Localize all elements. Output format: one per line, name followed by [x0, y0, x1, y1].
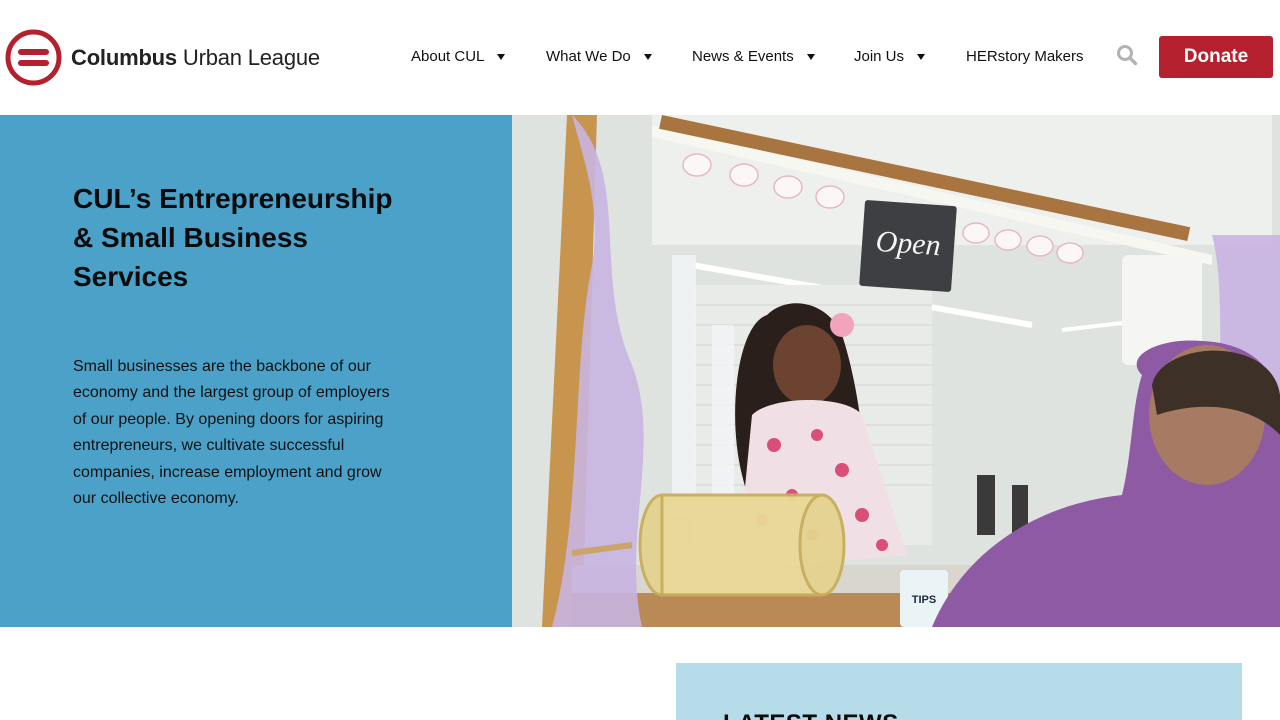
search-icon[interactable]: [1116, 44, 1138, 66]
tips-sign-text: TIPS: [912, 594, 936, 606]
nav-item-about-cul[interactable]: About CUL: [411, 48, 506, 65]
nav-item-label: News & Events: [692, 48, 794, 65]
nav-item-label: HERstory Makers: [966, 48, 1084, 65]
hero-photo: Open TIPS: [512, 115, 1280, 627]
nav-item-join-us[interactable]: Join Us: [854, 48, 926, 65]
hero-section: CUL’s Entrepreneurship & Small Business …: [0, 115, 1280, 627]
hero-text-panel: CUL’s Entrepreneurship & Small Business …: [0, 115, 512, 627]
logo-text: Columbus Urban League: [71, 45, 320, 71]
chevron-down-icon: [917, 53, 926, 60]
nav-item-label: Join Us: [854, 48, 905, 65]
chevron-down-icon: [806, 53, 815, 60]
site-header: Columbus Urban League About CUL What We …: [0, 0, 1280, 115]
latest-news-heading: LATEST NEWS: [723, 710, 899, 720]
hero-description: Small businesses are the backbone of our…: [73, 358, 390, 508]
latest-news-panel: LATEST NEWS: [676, 663, 1242, 720]
chevron-down-icon: [497, 53, 506, 60]
logo-name-bold: Columbus: [71, 44, 177, 70]
open-sign-text: Open: [875, 225, 942, 262]
donate-button[interactable]: Donate: [1159, 36, 1273, 78]
nav-item-news-events[interactable]: News & Events: [692, 48, 815, 65]
page-title: CUL’s Entrepreneurship & Small Business …: [73, 183, 393, 292]
food-truck-photo-illustration: Open TIPS: [512, 115, 1280, 627]
site-logo[interactable]: Columbus Urban League: [5, 29, 320, 86]
nav-item-label: About CUL: [411, 48, 485, 65]
chevron-down-icon: [643, 53, 652, 60]
equality-circle-logo-icon: [5, 29, 62, 86]
logo-name-rest: Urban League: [182, 44, 320, 70]
nav-item-label: What We Do: [546, 48, 631, 65]
nav-item-what-we-do[interactable]: What We Do: [546, 48, 652, 65]
nav-item-herstory-makers[interactable]: HERstory Makers: [966, 48, 1084, 65]
